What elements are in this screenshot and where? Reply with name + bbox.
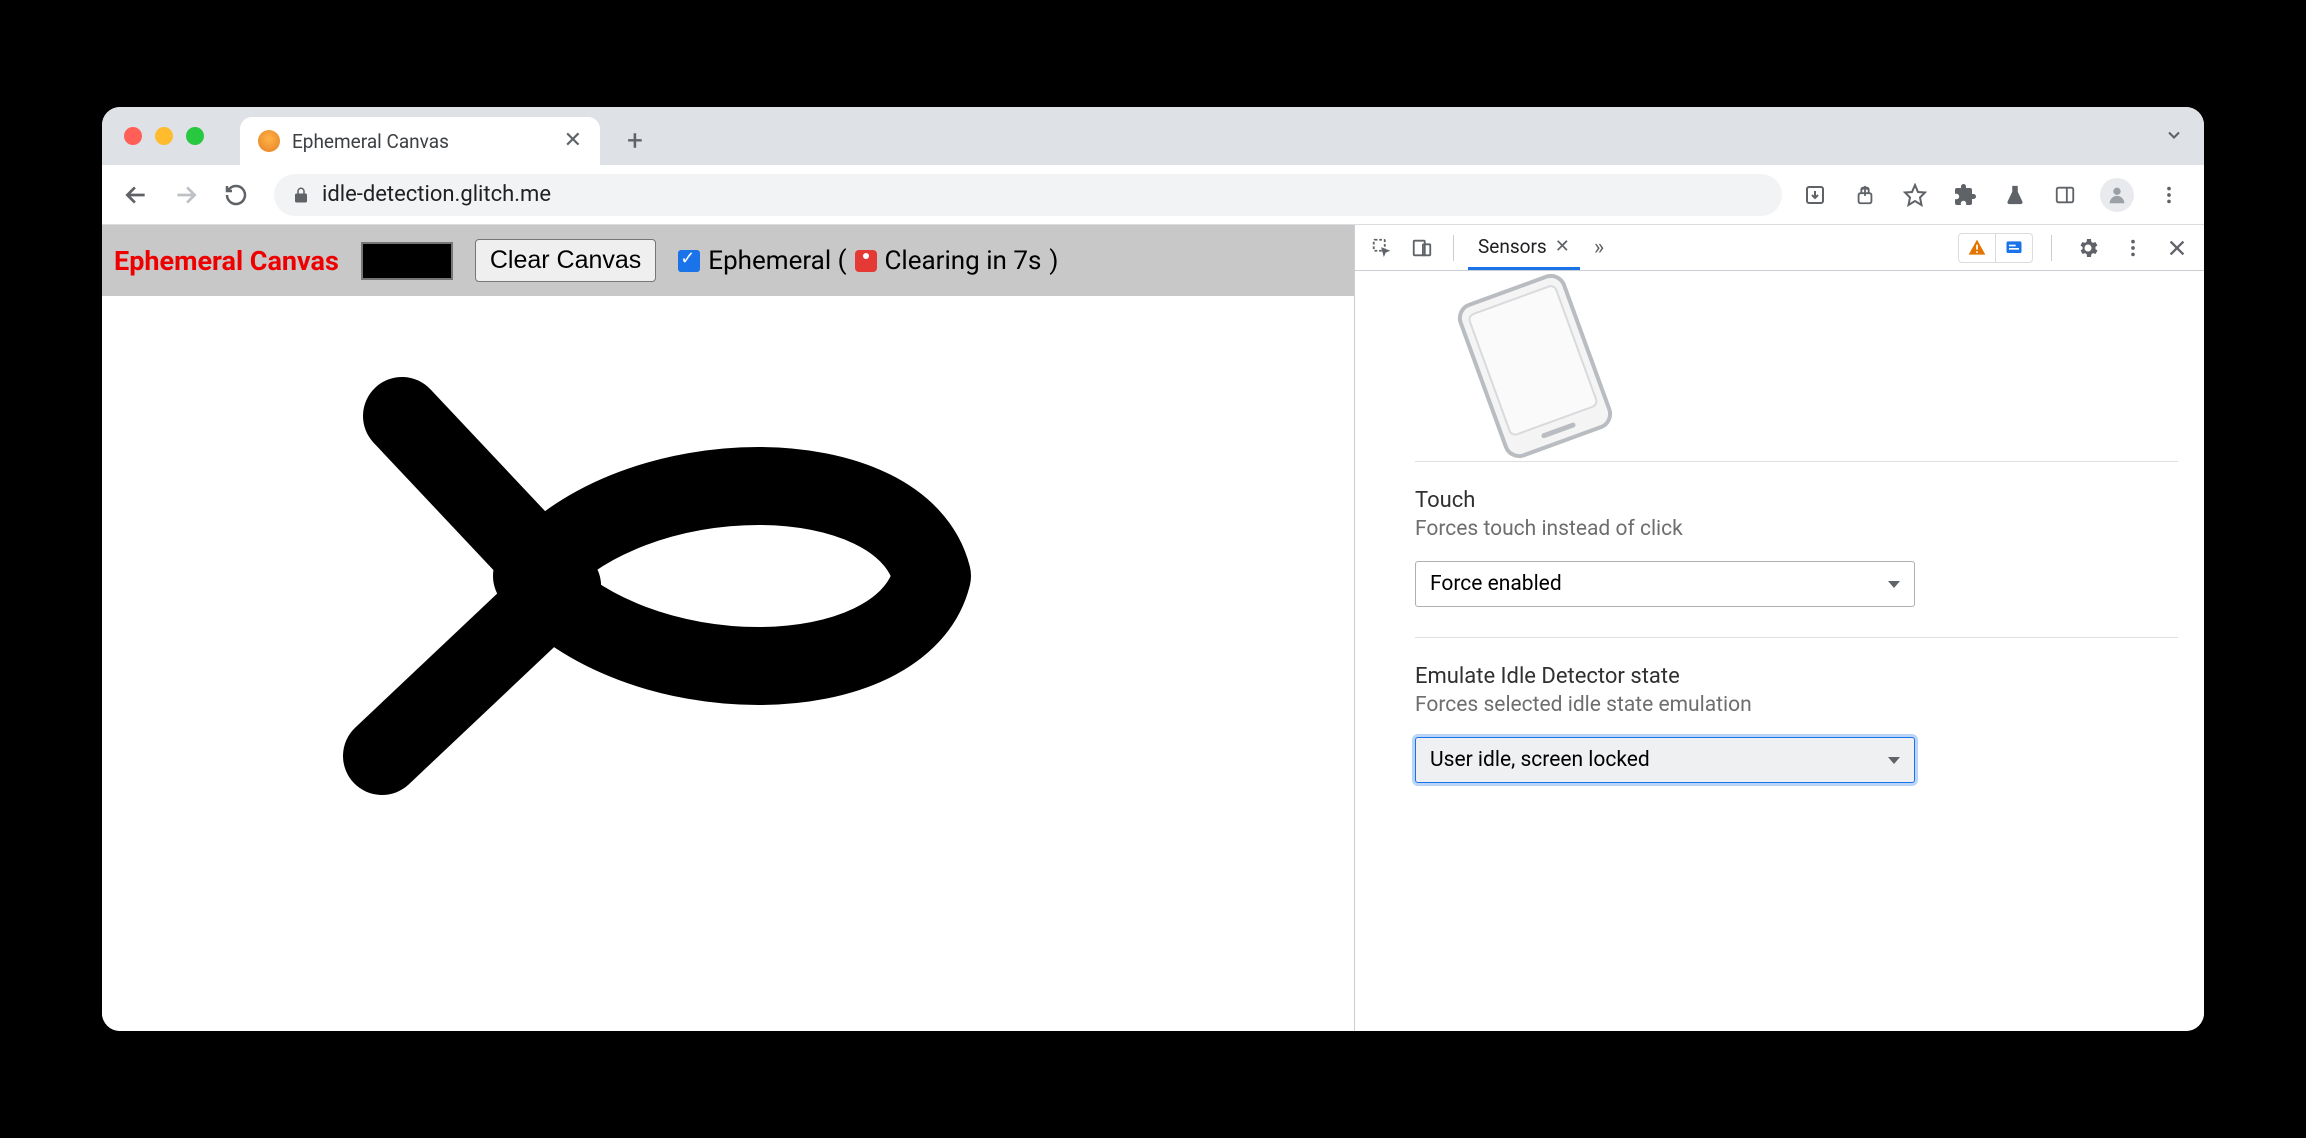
warning-badge-icon[interactable] bbox=[1959, 234, 1995, 262]
devtools-more-tabs-icon[interactable]: » bbox=[1586, 235, 1612, 260]
touch-select[interactable]: Force enabled bbox=[1415, 561, 1915, 607]
sensors-touch-section: Touch Forces touch instead of click Forc… bbox=[1415, 461, 2178, 637]
devtools-sensors-body: Touch Forces touch instead of click Forc… bbox=[1355, 271, 2204, 1031]
devtools-settings-gear-icon[interactable] bbox=[2070, 230, 2106, 266]
address-bar[interactable]: idle-detection.glitch.me bbox=[274, 174, 1782, 216]
idle-title: Emulate Idle Detector state bbox=[1415, 664, 2178, 689]
side-panel-icon[interactable] bbox=[2050, 180, 2080, 210]
touch-select-value: Force enabled bbox=[1430, 572, 1562, 596]
extensions-puzzle-icon[interactable] bbox=[1950, 180, 1980, 210]
browser-tab-strip: Ephemeral Canvas ✕ + bbox=[102, 107, 2204, 165]
reload-button[interactable] bbox=[216, 175, 256, 215]
devtools-panel: Sensors ✕ » bbox=[1354, 225, 2204, 1031]
idle-subtitle: Forces selected idle state emulation bbox=[1415, 693, 2178, 717]
window-close-button[interactable] bbox=[124, 127, 142, 145]
content-row: Ephemeral Canvas Clear Canvas Ephemeral … bbox=[102, 225, 2204, 1031]
orientation-illustration bbox=[1415, 271, 2178, 461]
ephemeral-checkbox[interactable] bbox=[678, 250, 700, 272]
device-toolbar-icon[interactable] bbox=[1405, 231, 1439, 265]
devtools-tab-close-icon[interactable]: ✕ bbox=[1555, 236, 1570, 257]
lock-icon bbox=[292, 186, 310, 204]
siren-icon bbox=[855, 250, 877, 272]
new-tab-button[interactable]: + bbox=[614, 119, 656, 161]
forward-button[interactable] bbox=[166, 175, 206, 215]
window-controls bbox=[116, 127, 216, 145]
back-button[interactable] bbox=[116, 175, 156, 215]
window-minimize-button[interactable] bbox=[155, 127, 173, 145]
ephemeral-countdown: Clearing in 7s bbox=[885, 246, 1042, 276]
touch-title: Touch bbox=[1415, 488, 2178, 513]
app-toolbar: Ephemeral Canvas Clear Canvas Ephemeral … bbox=[102, 225, 1354, 296]
devtools-kebab-menu-icon[interactable] bbox=[2116, 231, 2150, 265]
sensors-idle-section: Emulate Idle Detector state Forces selec… bbox=[1415, 637, 2178, 813]
idle-state-select[interactable]: User idle, screen locked bbox=[1415, 737, 1915, 783]
kebab-menu-icon[interactable] bbox=[2154, 180, 2184, 210]
browser-toolbar: idle-detection.glitch.me bbox=[102, 165, 2204, 225]
color-picker[interactable] bbox=[361, 242, 453, 280]
devtools-issues-badges[interactable] bbox=[1958, 233, 2033, 263]
url-text: idle-detection.glitch.me bbox=[322, 182, 551, 207]
share-icon[interactable] bbox=[1850, 180, 1880, 210]
page-viewport: Ephemeral Canvas Clear Canvas Ephemeral … bbox=[102, 225, 1354, 1031]
ephemeral-label-prefix: Ephemeral ( bbox=[708, 246, 846, 276]
window-zoom-button[interactable] bbox=[186, 127, 204, 145]
tab-title: Ephemeral Canvas bbox=[292, 130, 552, 153]
ephemeral-label-suffix: ) bbox=[1049, 246, 1058, 276]
devtools-tab-sensors[interactable]: Sensors ✕ bbox=[1468, 225, 1580, 270]
browser-actions bbox=[1800, 178, 2190, 212]
devtools-close-icon[interactable] bbox=[2160, 231, 2194, 265]
close-tab-icon[interactable]: ✕ bbox=[564, 130, 582, 152]
drawing-canvas[interactable] bbox=[102, 296, 1354, 1031]
chevron-down-icon bbox=[1888, 757, 1900, 764]
install-app-icon[interactable] bbox=[1800, 180, 1830, 210]
touch-subtitle: Forces touch instead of click bbox=[1415, 517, 2178, 541]
profile-avatar[interactable] bbox=[2100, 178, 2134, 212]
tab-list-dropdown-icon[interactable] bbox=[2164, 125, 2184, 149]
labs-flask-icon[interactable] bbox=[2000, 180, 2030, 210]
inspect-element-icon[interactable] bbox=[1365, 231, 1399, 265]
browser-tab[interactable]: Ephemeral Canvas ✕ bbox=[240, 117, 600, 165]
bookmark-star-icon[interactable] bbox=[1900, 180, 1930, 210]
ephemeral-toggle[interactable]: Ephemeral ( Clearing in 7s ) bbox=[678, 246, 1058, 276]
browser-window: Ephemeral Canvas ✕ + idle-detection.glit… bbox=[102, 107, 2204, 1031]
chevron-down-icon bbox=[1888, 581, 1900, 588]
devtools-tab-label: Sensors bbox=[1478, 235, 1547, 258]
idle-select-value: User idle, screen locked bbox=[1430, 748, 1650, 772]
devtools-tabbar: Sensors ✕ » bbox=[1355, 225, 2204, 271]
tab-favicon bbox=[258, 130, 280, 152]
app-title: Ephemeral Canvas bbox=[114, 245, 339, 277]
clear-canvas-button[interactable]: Clear Canvas bbox=[475, 239, 656, 282]
info-badge-icon[interactable] bbox=[1995, 234, 2032, 262]
